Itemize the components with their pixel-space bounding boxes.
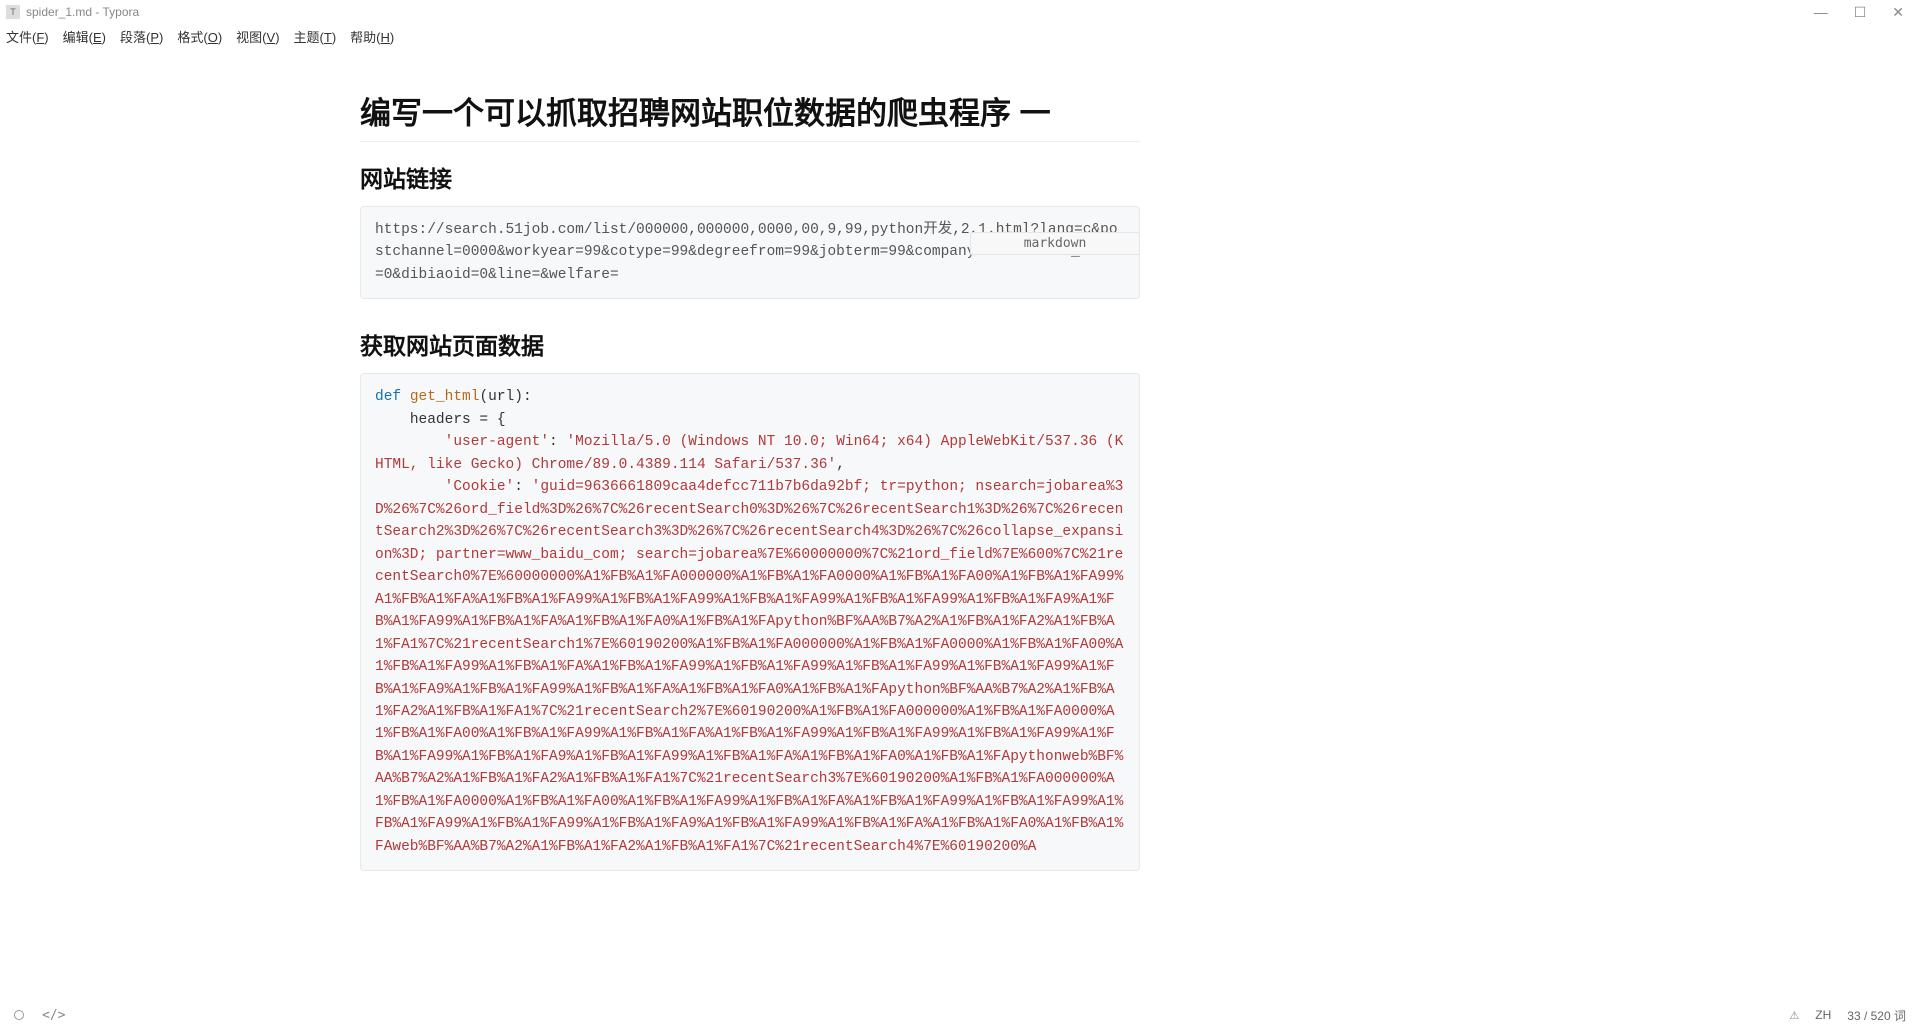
py-line2: headers = { bbox=[375, 412, 506, 428]
window-controls: — ☐ ✕ bbox=[1814, 4, 1914, 21]
spellcheck-icon[interactable]: ⚠ bbox=[1789, 1009, 1799, 1022]
heading-2-link[interactable]: 网站链接 bbox=[360, 160, 1140, 194]
menu-paragraph[interactable]: 段落(P) bbox=[120, 27, 163, 46]
menu-theme[interactable]: 主题(T) bbox=[294, 27, 337, 46]
minimize-button[interactable]: — bbox=[1814, 4, 1828, 21]
py-indent3 bbox=[375, 434, 445, 450]
window-title: spider_1.md - Typora bbox=[26, 5, 139, 19]
statusbar: </> ⚠ ZH 33 / 520 词 bbox=[0, 1002, 1920, 1028]
status-lang[interactable]: ZH bbox=[1815, 1008, 1831, 1022]
py-colon3: : bbox=[549, 434, 566, 450]
menu-file[interactable]: 文件(F) bbox=[6, 27, 49, 46]
close-button[interactable]: ✕ bbox=[1892, 4, 1904, 21]
menubar: 文件(F) 编辑(E) 段落(P) 格式(O) 视图(V) 主题(T) 帮助(H… bbox=[0, 24, 1920, 48]
py-cookie-key: 'Cookie' bbox=[445, 479, 515, 495]
status-wordcount[interactable]: 33 / 520 词 bbox=[1847, 1007, 1906, 1024]
py-function-name: get_html bbox=[410, 389, 480, 405]
source-mode-icon[interactable]: </> bbox=[42, 1008, 65, 1023]
menu-view[interactable]: 视图(V) bbox=[236, 27, 279, 46]
editor-area[interactable]: 编写一个可以抓取招聘网站职位数据的爬虫程序 一 网站链接 https://sea… bbox=[360, 58, 1140, 998]
menu-edit[interactable]: 编辑(E) bbox=[63, 27, 106, 46]
py-indent4 bbox=[375, 479, 445, 495]
app-icon: T bbox=[6, 5, 20, 19]
py-ua-key: 'user-agent' bbox=[445, 434, 549, 450]
outline-toggle-icon[interactable] bbox=[14, 1010, 24, 1020]
menu-help[interactable]: 帮助(H) bbox=[350, 27, 394, 46]
codeblock-url-wrap: https://search.51job.com/list/000000,000… bbox=[360, 206, 1140, 299]
py-colon4: : bbox=[514, 479, 531, 495]
py-params: (url): bbox=[479, 389, 531, 405]
menu-format[interactable]: 格式(O) bbox=[177, 27, 222, 46]
titlebar: T spider_1.md - Typora — ☐ ✕ bbox=[0, 0, 1920, 24]
maximize-button[interactable]: ☐ bbox=[1854, 4, 1867, 21]
codeblock-python[interactable]: def get_html(url): headers = { 'user-age… bbox=[360, 373, 1140, 871]
py-comma3: , bbox=[836, 457, 845, 473]
py-cookie-value: 'guid=9636661809caa4defcc711b7b6da92bf; … bbox=[375, 479, 1123, 855]
heading-1[interactable]: 编写一个可以抓取招聘网站职位数据的爬虫程序 一 bbox=[360, 88, 1140, 142]
code-lang-label[interactable]: markdown bbox=[970, 232, 1140, 255]
py-keyword-def: def bbox=[375, 389, 401, 405]
heading-2-getdata[interactable]: 获取网站页面数据 bbox=[360, 327, 1140, 361]
